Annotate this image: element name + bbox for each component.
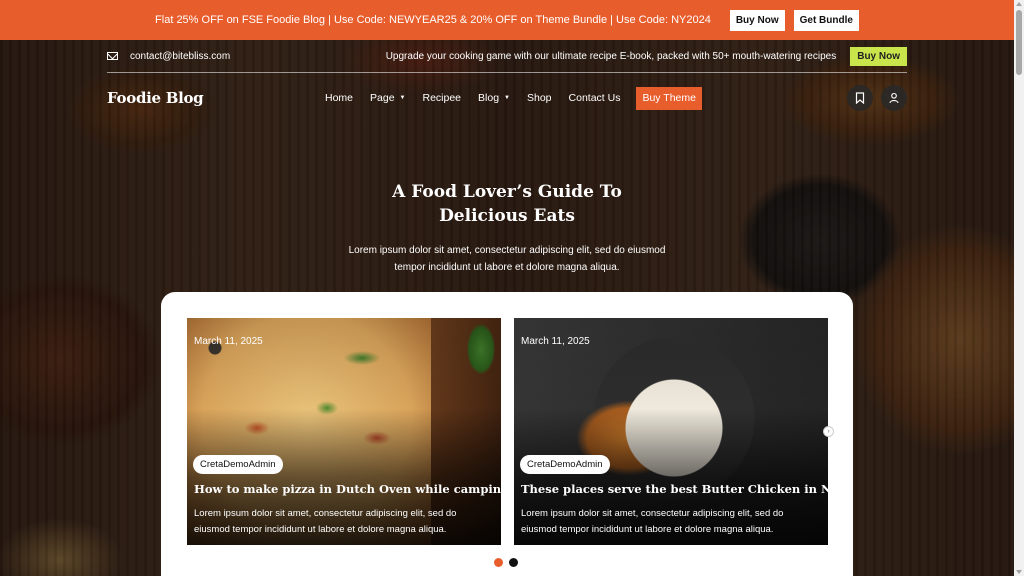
- account-button[interactable]: [881, 85, 907, 111]
- author-badge[interactable]: CretaDemoAdmin: [520, 455, 610, 474]
- scroll-down-arrow-icon[interactable]: [1016, 570, 1022, 574]
- nav-item-label: Shop: [527, 92, 552, 104]
- promo-get-bundle-button[interactable]: Get Bundle: [793, 9, 859, 31]
- chevron-down-icon: ▼: [504, 95, 510, 101]
- author-badge[interactable]: CretaDemoAdmin: [193, 455, 283, 474]
- nav-item-label: Page: [370, 92, 395, 104]
- hero-description: Lorem ipsum dolor sit amet, consectetur …: [348, 245, 666, 273]
- nav-item-recipee[interactable]: Recipee: [423, 92, 462, 104]
- posts-slider-panel: March 11, 2025 CretaDemoAdmin How to mak…: [161, 292, 853, 576]
- nav-item-label: Blog: [478, 92, 500, 104]
- hero-title-line2: Delicious Eats: [439, 206, 575, 226]
- post-title[interactable]: These places serve the best Butter Chick…: [521, 482, 828, 496]
- slider-dot[interactable]: [509, 558, 518, 567]
- slider-pagination: [494, 558, 518, 567]
- user-icon: [889, 92, 899, 104]
- slider-next-arrow-icon[interactable]: ›: [823, 426, 834, 437]
- post-date: March 11, 2025: [194, 336, 263, 347]
- hero-title: A Food Lover’s Guide To Delicious Eats: [0, 180, 1014, 228]
- promo-bar: Flat 25% OFF on FSE Foodie Blog | Use Co…: [0, 0, 1014, 40]
- promo-buy-now-button[interactable]: Buy Now: [729, 9, 785, 31]
- chevron-down-icon: ▼: [399, 95, 406, 101]
- scroll-up-arrow-icon[interactable]: [1016, 2, 1022, 6]
- nav-menu: Home Page ▼ Recipee Blog ▼ Shop Contact Us…: [325, 86, 702, 110]
- post-card[interactable]: March 11, 2025 CretaDemoAdmin These plac…: [514, 318, 828, 545]
- bookmark-button[interactable]: [847, 85, 873, 111]
- top-info-bar: contact@bitebliss.com Upgrade your cooki…: [107, 40, 907, 73]
- post-excerpt: Lorem ipsum dolor sit amet, consectetur …: [521, 508, 784, 535]
- post-date: March 11, 2025: [521, 336, 590, 347]
- bookmark-icon: [855, 92, 865, 104]
- page-scrollbar[interactable]: [1014, 0, 1024, 576]
- post-card[interactable]: March 11, 2025 CretaDemoAdmin How to mak…: [187, 318, 501, 545]
- promo-text: Flat 25% OFF on FSE Foodie Blog | Use Co…: [155, 14, 711, 26]
- nav-icon-group: [847, 85, 907, 111]
- scrollbar-thumb[interactable]: [1016, 10, 1022, 75]
- hero-title-line1: A Food Lover’s Guide To: [392, 182, 622, 202]
- nav-item-contact-us[interactable]: Contact Us: [569, 92, 621, 104]
- nav-item-label: Home: [325, 92, 354, 104]
- contact-email[interactable]: contact@bitebliss.com: [107, 51, 230, 62]
- nav-item-home[interactable]: Home: [325, 92, 353, 104]
- site-logo[interactable]: Foodie Blog: [107, 89, 204, 107]
- main-navigation: Foodie Blog Home Page ▼ Recipee Blog ▼ Sho…: [107, 82, 907, 114]
- nav-item-shop[interactable]: Shop: [527, 92, 552, 104]
- nav-item-page[interactable]: Page ▼: [370, 92, 405, 104]
- slider-dot-active[interactable]: [494, 558, 503, 567]
- nav-item-label: Contact Us: [568, 92, 621, 104]
- nav-item-label: Recipee: [422, 92, 462, 104]
- announcement-text: Upgrade your cooking game with our ultim…: [385, 50, 837, 62]
- post-title[interactable]: How to make pizza in Dutch Oven while ca…: [194, 482, 501, 496]
- topbar-buy-now-button[interactable]: Buy Now: [850, 46, 907, 66]
- nav-item-blog[interactable]: Blog ▼: [478, 92, 510, 104]
- email-text: contact@bitebliss.com: [130, 50, 231, 62]
- post-excerpt: Lorem ipsum dolor sit amet, consectetur …: [194, 508, 457, 535]
- mail-icon: [107, 52, 118, 60]
- buy-theme-button[interactable]: Buy Theme: [636, 86, 702, 110]
